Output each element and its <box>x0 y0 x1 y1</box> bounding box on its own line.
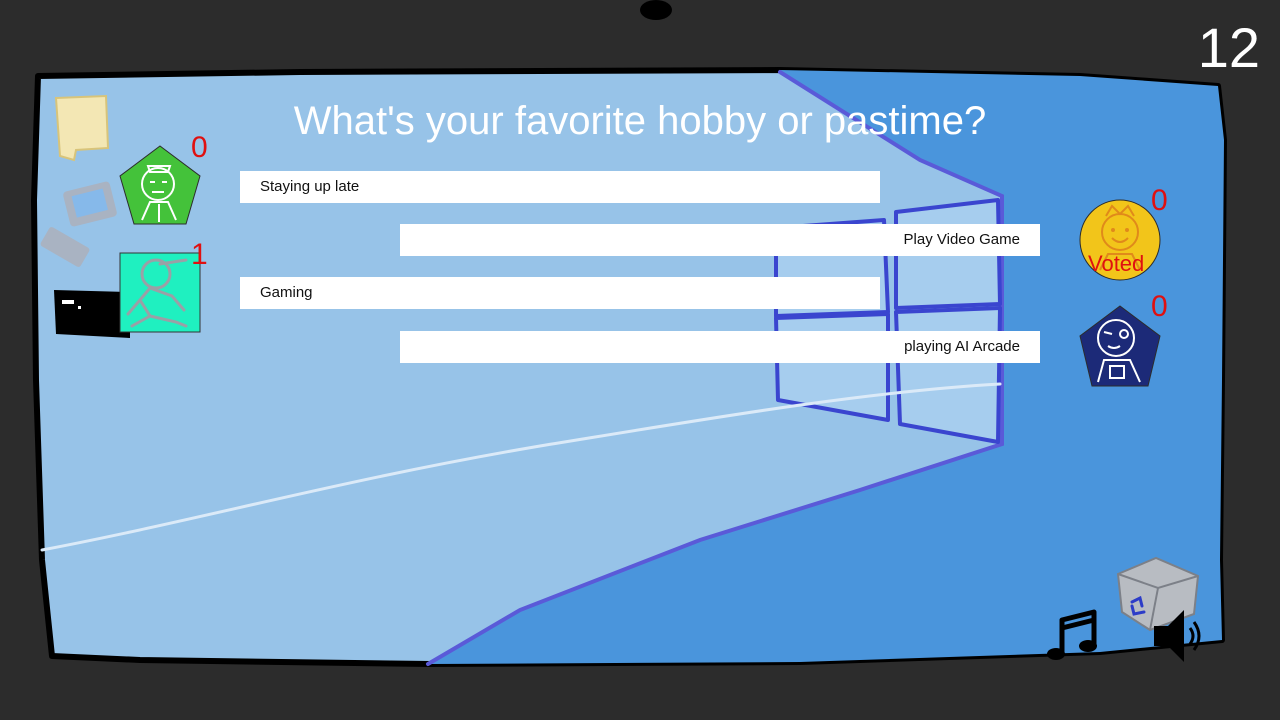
music-note-icon[interactable] <box>1044 608 1100 664</box>
player-score-2: 1 <box>191 238 208 271</box>
speaker-icon[interactable] <box>1148 606 1208 666</box>
round-timer: 12 <box>1197 16 1260 79</box>
answer-option-3[interactable]: Gaming <box>240 277 880 309</box>
question-text: What's your favorite hobby or pastime? <box>293 99 987 143</box>
top-blob-decoration <box>640 0 672 20</box>
answer-option-2[interactable]: Play Video Game <box>400 224 1040 256</box>
answer-option-1[interactable]: Staying up late <box>240 171 880 203</box>
terminal-icon <box>54 290 130 338</box>
player-score-4: 0 <box>1151 290 1168 323</box>
player-score-1: 0 <box>191 131 208 164</box>
player-avatar-teal <box>119 252 201 333</box>
answer-option-4[interactable]: playing AI Arcade <box>400 331 1040 363</box>
player-card-3: Voted <box>1080 200 1170 290</box>
game-screen: 12 What's your favorite hobby or pastime… <box>0 0 1280 720</box>
voted-badge: Voted <box>1088 251 1145 276</box>
